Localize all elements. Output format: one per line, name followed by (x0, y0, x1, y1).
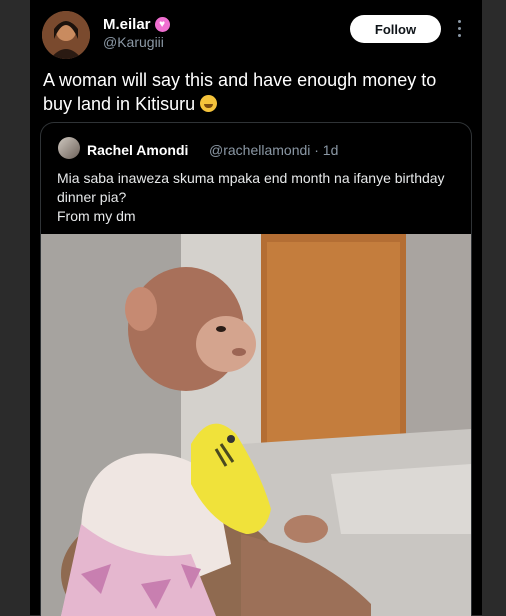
grinning-emoji-icon (200, 95, 218, 112)
quoted-text-line: From my dm (57, 208, 136, 224)
tweet-text: A woman will say this and have enough mo… (43, 70, 437, 114)
tweet-text-block: A woman will say this and have enough mo… (43, 68, 463, 116)
author-handle[interactable]: @Karugiii (103, 34, 164, 50)
quoted-text-line: dinner pia? (57, 189, 127, 205)
quoted-tweet[interactable]: Rachel Amondi @rachellamondi · 1d Mia sa… (40, 122, 472, 616)
quoted-text-line: Mia saba inaweza skuma mpaka end month n… (57, 170, 445, 186)
more-icon[interactable] (452, 16, 466, 42)
author-avatar[interactable] (42, 11, 90, 59)
heart-icon: ♥ (154, 17, 170, 32)
follow-button[interactable]: Follow (350, 15, 441, 43)
quoted-tweet-text: Mia saba inaweza skuma mpaka end month n… (57, 169, 457, 226)
quoted-author-name[interactable]: Rachel Amondi (87, 142, 188, 158)
tweet-card: M.eilar ♥ @Karugiii Follow A woman will … (30, 0, 482, 616)
author-name-row[interactable]: M.eilar ♥ (103, 16, 170, 33)
quoted-author-handle-time[interactable]: @rachellamondi · 1d (209, 142, 338, 158)
quoted-media-image[interactable] (41, 234, 471, 616)
quoted-author-avatar[interactable] (58, 137, 80, 159)
author-name[interactable]: M.eilar (103, 16, 151, 33)
